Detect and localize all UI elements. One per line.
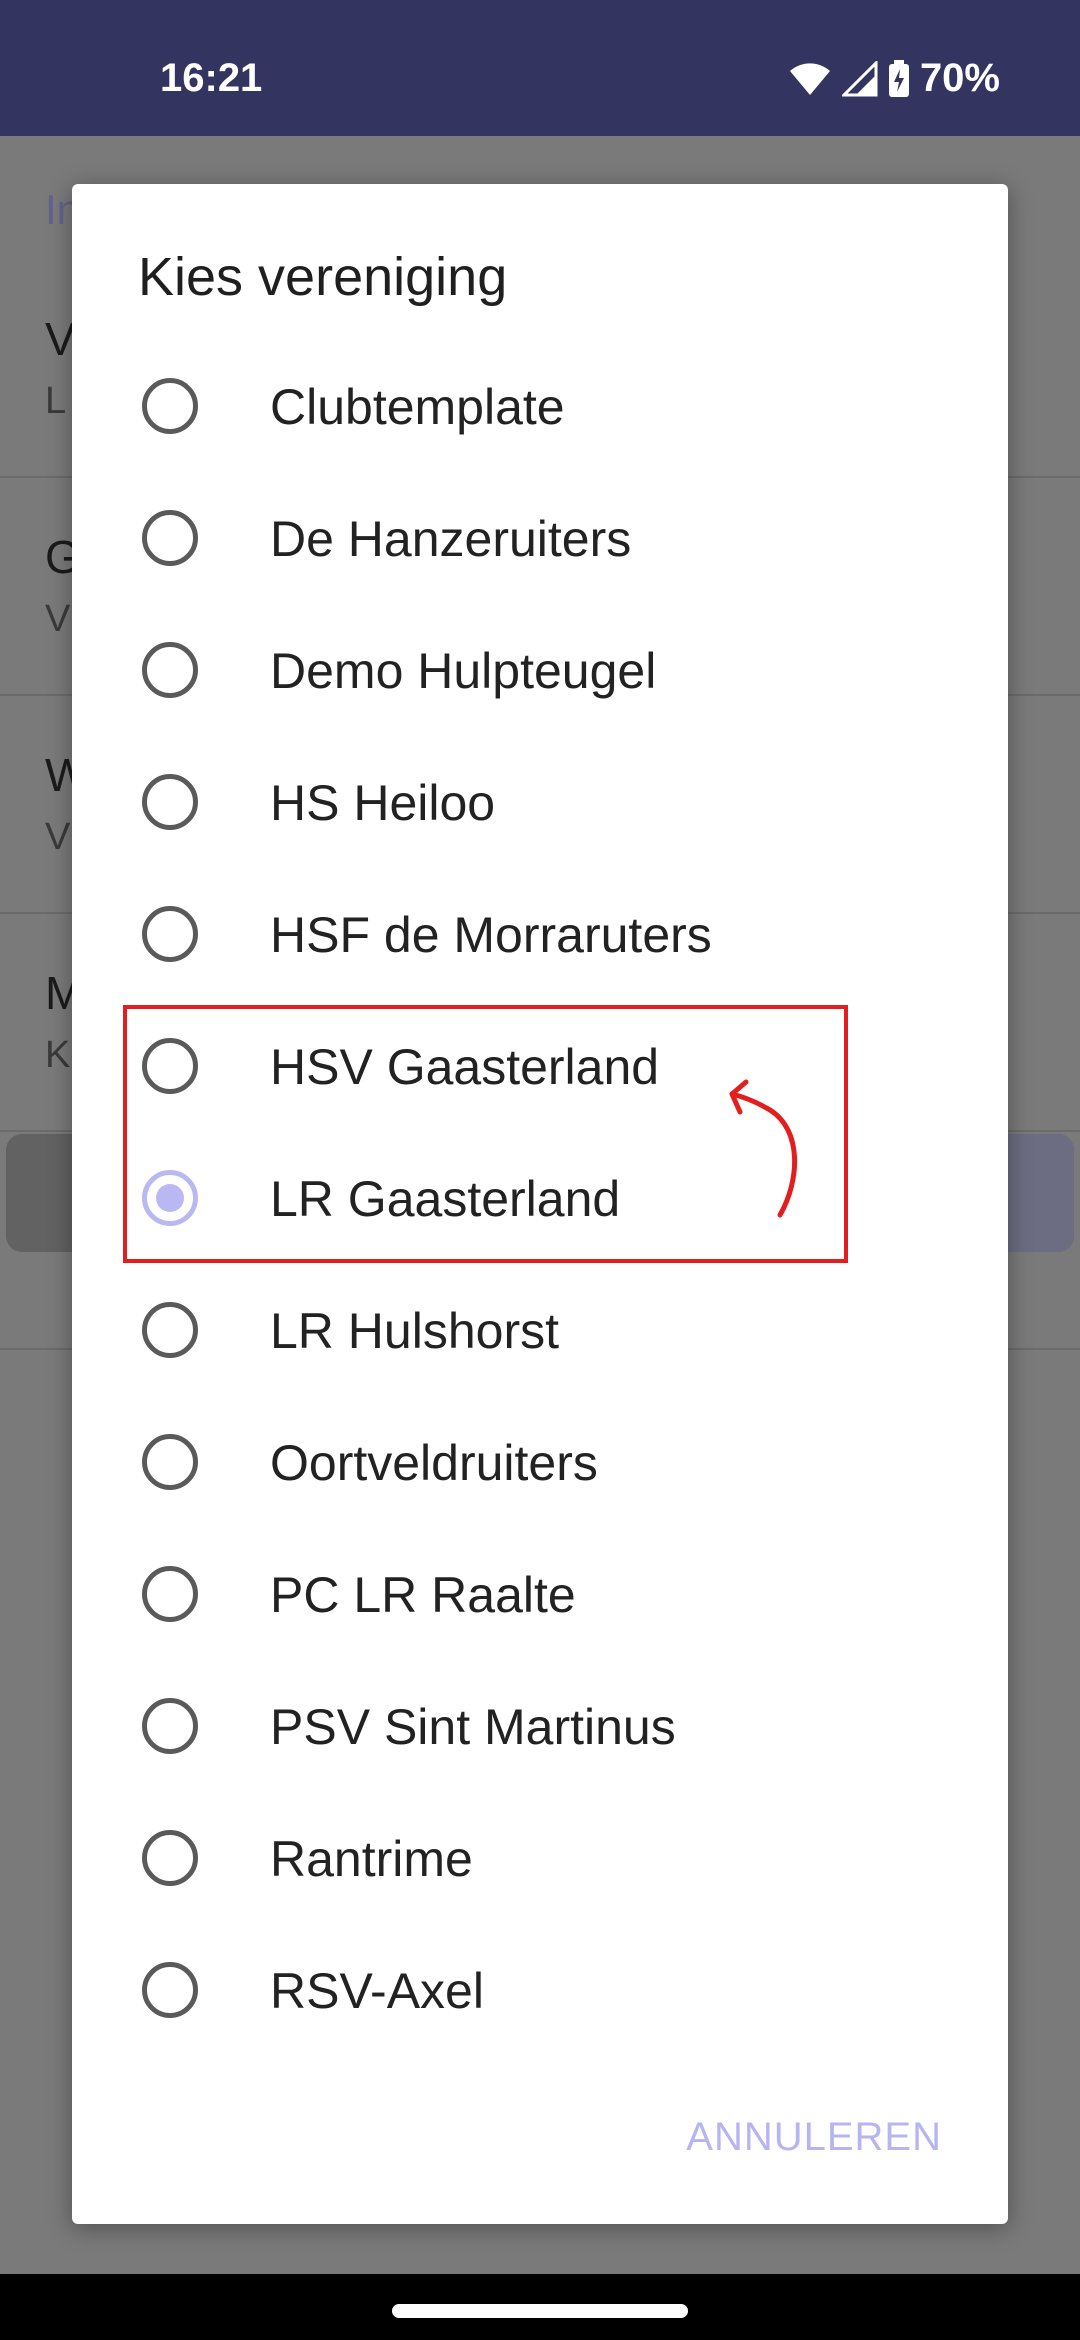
option-label: PSV Sint Martinus <box>270 1699 676 1755</box>
club-option-hsf-de-morraruters[interactable]: HSF de Morraruters <box>72 868 1008 1000</box>
option-label: Clubtemplate <box>270 379 565 435</box>
club-option-de-hanzeruiters[interactable]: De Hanzeruiters <box>72 472 1008 604</box>
club-option-psv-sint-martinus[interactable]: PSV Sint Martinus <box>72 1660 1008 1792</box>
option-label: PC LR Raalte <box>270 1567 576 1623</box>
club-option-pc-lr-raalte[interactable]: PC LR Raalte <box>72 1528 1008 1660</box>
option-label: Demo Hulpteugel <box>270 643 657 699</box>
status-bar: 16:21 70% <box>0 0 1080 136</box>
wifi-icon <box>788 61 832 97</box>
club-option-lr-hulshorst[interactable]: LR Hulshorst <box>72 1264 1008 1396</box>
option-label: HS Heiloo <box>270 775 496 831</box>
background-row-subtitle: V <box>45 816 71 858</box>
club-option-clubtemplate[interactable]: Clubtemplate <box>72 340 1008 472</box>
radio-button-icon[interactable] <box>142 1302 198 1358</box>
option-label: HSF de Morraruters <box>270 907 712 963</box>
radio-button-icon[interactable] <box>142 1962 198 2018</box>
club-option-demo-hulpteugel[interactable]: Demo Hulpteugel <box>72 604 1008 736</box>
battery-percentage: 70% <box>919 56 1000 100</box>
home-indicator[interactable] <box>392 2304 688 2318</box>
background-row-subtitle: L <box>45 380 67 422</box>
option-label: De Hanzeruiters <box>270 511 632 567</box>
club-option-hs-heiloo[interactable]: HS Heiloo <box>72 736 1008 868</box>
radio-button-icon[interactable] <box>142 906 198 962</box>
radio-button-icon[interactable] <box>142 774 198 830</box>
radio-button-icon[interactable] <box>142 1830 198 1886</box>
option-label: RSV-Axel <box>270 1963 484 2019</box>
battery-icon <box>888 59 910 98</box>
dialog-title: Kies vereniging <box>138 247 508 307</box>
status-icons: 70% <box>788 56 1000 101</box>
club-option-rantrime[interactable]: Rantrime <box>72 1792 1008 1924</box>
radio-button-icon[interactable] <box>142 1434 198 1490</box>
background-row-subtitle: V <box>45 598 71 640</box>
radio-button-icon[interactable] <box>142 1698 198 1754</box>
radio-button-icon[interactable] <box>142 510 198 566</box>
radio-button-icon[interactable] <box>142 1566 198 1622</box>
status-time: 16:21 <box>160 56 263 100</box>
signal-icon <box>841 60 878 97</box>
option-label: LR Hulshorst <box>270 1303 559 1359</box>
background-row-subtitle: K <box>45 1034 71 1076</box>
club-option-oortveldruiters[interactable]: Oortveldruiters <box>72 1396 1008 1528</box>
option-label: Rantrime <box>270 1831 473 1887</box>
cancel-button[interactable]: ANNULEREN <box>686 2115 942 2160</box>
radio-button-icon[interactable] <box>142 378 198 434</box>
option-label: Oortveldruiters <box>270 1435 598 1491</box>
club-option-rsv-axel[interactable]: RSV-Axel <box>72 1924 1008 2056</box>
radio-button-icon[interactable] <box>142 642 198 698</box>
annotation-arrow-icon <box>729 1079 797 1218</box>
